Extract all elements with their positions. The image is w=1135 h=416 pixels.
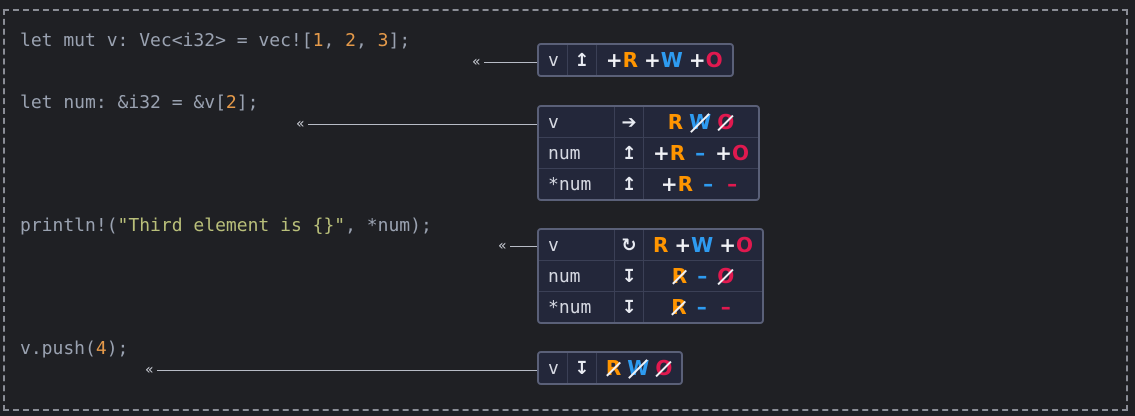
permission-o-lost: O bbox=[717, 264, 735, 288]
code-line: v.push(4); bbox=[20, 338, 128, 360]
permissions-cell: R – O bbox=[644, 261, 763, 292]
permissions-cell: +R – +O bbox=[644, 138, 758, 169]
permission-w-none: – bbox=[696, 295, 707, 319]
path-label: num bbox=[539, 138, 615, 169]
permissions-cell: R +W +O bbox=[644, 230, 763, 261]
code-token: 4 bbox=[95, 338, 107, 359]
code-token: "Third element is {}" bbox=[117, 215, 346, 236]
action-icon: ➔ bbox=[615, 107, 644, 138]
permission-o-none: – bbox=[727, 172, 738, 196]
permission-w-gain: +W bbox=[644, 48, 683, 72]
code-token: 2 bbox=[225, 92, 237, 113]
code-line: let num: &i32 = &v[2]; bbox=[20, 92, 258, 114]
permission-r-lost: R bbox=[605, 356, 622, 380]
connector-line bbox=[510, 246, 537, 247]
path-label: v bbox=[539, 230, 615, 261]
permission-table: v ↥ +R +W +O bbox=[537, 43, 734, 77]
permission-o-gain: +O bbox=[688, 48, 723, 72]
code-token: v.push( bbox=[20, 338, 96, 359]
permission-w-none: – bbox=[695, 141, 706, 165]
permission-r-gain: +R bbox=[660, 172, 694, 196]
code-line: println!("Third element is {}", *num); bbox=[20, 215, 432, 237]
permission-o-gain: +O bbox=[719, 233, 754, 257]
code-token: 3 bbox=[377, 30, 389, 51]
permission-row: num ↧ R – O bbox=[539, 261, 763, 292]
connector-chevron-icon: « bbox=[472, 54, 481, 70]
code-token: let num: &i32 = &v[ bbox=[20, 92, 226, 113]
permission-r-gain: +R bbox=[605, 48, 639, 72]
permission-row: v ↻ R +W +O bbox=[539, 230, 763, 261]
permission-row: num ↥ +R – +O bbox=[539, 138, 758, 169]
code-token: let mut v: Vec<i32> = vec![ bbox=[20, 30, 313, 51]
permission-r-lost: R bbox=[671, 295, 687, 319]
permission-r-keep: R bbox=[653, 233, 669, 257]
permission-w-gain: +W bbox=[674, 233, 714, 257]
permission-row: *num ↥ +R – – bbox=[539, 169, 758, 199]
permission-w-lost: W bbox=[689, 110, 712, 134]
action-icon: ↧ bbox=[568, 353, 597, 383]
permissions-cell: +R – – bbox=[644, 169, 758, 199]
permission-o-none: – bbox=[720, 295, 731, 319]
permission-r-lost: R bbox=[671, 264, 688, 288]
connector-line bbox=[308, 124, 537, 125]
permission-r-keep: R bbox=[667, 110, 684, 134]
permission-o-lost: O bbox=[655, 356, 673, 380]
connector-chevron-icon: « bbox=[498, 238, 507, 254]
action-icon: ↥ bbox=[568, 45, 597, 75]
path-label: *num bbox=[539, 292, 615, 322]
code-token: 2 bbox=[345, 30, 356, 51]
permission-table: v ↧ R W O bbox=[537, 351, 684, 385]
connector-chevron-icon: « bbox=[296, 116, 305, 132]
permission-w-none: – bbox=[697, 264, 708, 288]
action-icon: ↧ bbox=[615, 292, 644, 322]
permission-o-lost: O bbox=[717, 110, 735, 134]
code-token: println!( bbox=[20, 215, 118, 236]
permissions-cell: R – – bbox=[644, 292, 762, 322]
permission-row: v ➔ R W O bbox=[539, 107, 758, 138]
code-line: let mut v: Vec<i32> = vec![1, 2, 3]; bbox=[20, 30, 410, 52]
path-label: v bbox=[539, 45, 568, 75]
path-label: num bbox=[539, 261, 615, 292]
code-token: ); bbox=[106, 338, 129, 359]
path-label: v bbox=[539, 107, 615, 138]
permission-table: v ➔ R W Onum ↥ +R – +O *num ↥ +R – – bbox=[537, 105, 760, 201]
action-icon: ↧ bbox=[615, 261, 644, 292]
permission-row: *num ↧ R – – bbox=[539, 292, 762, 322]
permissions-cell: RWO bbox=[644, 107, 758, 138]
code-token: 1 bbox=[312, 30, 324, 51]
code-token: , bbox=[323, 30, 346, 51]
permissions-cell: RWO bbox=[597, 353, 681, 383]
code-token: ]; bbox=[236, 92, 259, 113]
code-token: , *num); bbox=[345, 215, 432, 236]
path-label: *num bbox=[539, 169, 615, 199]
code-token: ]; bbox=[388, 30, 411, 51]
path-label: v bbox=[539, 353, 568, 383]
action-icon: ↥ bbox=[615, 138, 644, 169]
connector-line bbox=[157, 370, 537, 371]
permission-w-lost: W bbox=[627, 356, 650, 380]
permission-table: v ↻ R +W +O num ↧ R – O *num ↧ R – – bbox=[537, 228, 765, 324]
permission-row: v ↧ R W O bbox=[539, 353, 681, 383]
permission-r-gain: +R bbox=[653, 141, 686, 165]
code-token: , bbox=[355, 30, 378, 51]
connector-line bbox=[484, 62, 537, 63]
permission-o-gain: +O bbox=[715, 141, 749, 165]
action-icon: ↻ bbox=[615, 230, 644, 261]
action-icon: ↥ bbox=[615, 169, 644, 199]
permissions-cell: +R +W +O bbox=[597, 45, 732, 75]
connector-chevron-icon: « bbox=[145, 362, 154, 378]
permission-row: v ↥ +R +W +O bbox=[539, 45, 732, 75]
permission-w-none: – bbox=[703, 172, 714, 196]
